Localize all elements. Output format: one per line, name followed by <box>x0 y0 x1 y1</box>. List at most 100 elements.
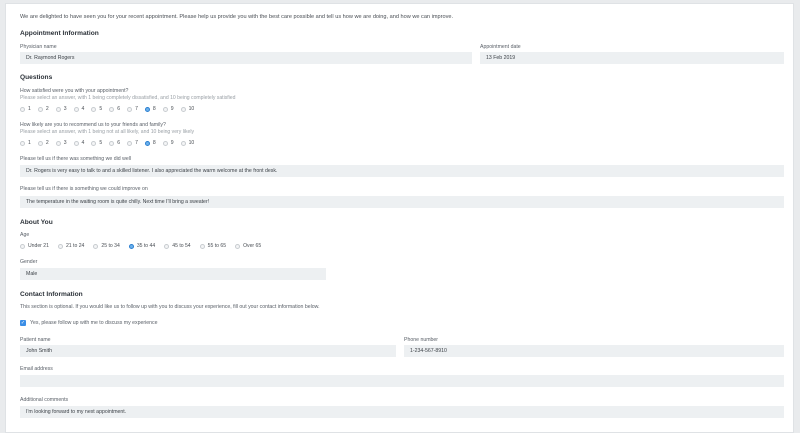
follow-up-checkbox[interactable]: ✓ <box>20 320 26 326</box>
q1-option-4[interactable]: 4 <box>73 106 84 112</box>
radio-button[interactable] <box>127 140 133 146</box>
radio-button[interactable] <box>235 243 241 249</box>
q1-option-label: 8 <box>152 106 156 112</box>
q1-option-label: 6 <box>117 106 121 112</box>
radio-button[interactable] <box>93 243 99 249</box>
age-option-6[interactable]: 55 to 65 <box>199 243 227 249</box>
improve-field[interactable]: The temperature in the waiting room is q… <box>20 196 784 208</box>
age-option-2[interactable]: 21 to 24 <box>57 243 85 249</box>
q2-option-label: 5 <box>99 140 103 146</box>
radio-button[interactable] <box>20 140 25 146</box>
radio-button[interactable] <box>162 140 168 146</box>
email-field[interactable] <box>20 375 784 387</box>
q1-option-5[interactable]: 5 <box>91 106 102 112</box>
phone-label: Phone number <box>404 337 439 343</box>
about-heading: About You <box>20 219 53 226</box>
q2-option-6[interactable]: 6 <box>109 140 120 146</box>
radio-button[interactable] <box>128 243 134 249</box>
radio-button[interactable] <box>91 140 97 146</box>
radio-button[interactable] <box>144 106 150 112</box>
radio-button[interactable] <box>180 140 186 146</box>
radio-button[interactable] <box>37 140 43 146</box>
radio-button[interactable] <box>127 106 133 112</box>
q2-option-label: 3 <box>63 140 67 146</box>
q2-option-label: 1 <box>28 140 31 146</box>
appointment-heading: Appointment Information <box>20 30 99 37</box>
q1-rating-group: 1 2 3 4 5 6 7 8 9 10 <box>20 105 201 113</box>
radio-button[interactable] <box>199 243 205 249</box>
q1-option-label: 5 <box>99 106 103 112</box>
q2-option-9[interactable]: 9 <box>162 140 174 146</box>
q1-option-1[interactable]: 1 <box>20 106 31 112</box>
q1-option-7[interactable]: 7 <box>127 106 138 112</box>
date-field[interactable]: 13 Feb 2019 <box>480 52 784 64</box>
q1-option-3[interactable]: 3 <box>55 106 67 112</box>
age-option-3[interactable]: 25 to 34 <box>93 243 120 249</box>
age-option-5[interactable]: 45 to 54 <box>164 243 191 249</box>
q1-option-6[interactable]: 6 <box>109 106 120 112</box>
radio-button[interactable] <box>57 243 63 249</box>
q2-option-label: 8 <box>152 140 156 146</box>
gender-field[interactable]: Male <box>20 268 326 280</box>
age-option-label: 45 to 54 <box>172 243 191 249</box>
radio-button[interactable] <box>55 106 61 112</box>
comments-field[interactable]: I'm looking forward to my next appointme… <box>20 406 784 418</box>
q2-rating-group: 1 2 3 4 5 6 7 8 9 10 <box>20 139 201 147</box>
age-option-label: 35 to 44 <box>136 243 156 249</box>
q2-option-10[interactable]: 10 <box>180 140 195 146</box>
q2-option-label: 10 <box>188 140 195 146</box>
radio-button[interactable] <box>109 140 115 146</box>
q2-option-7[interactable]: 7 <box>127 140 138 146</box>
radio-button[interactable] <box>73 140 79 146</box>
q2-hint: Please select an answer, with 1 being no… <box>20 129 195 135</box>
radio-button[interactable] <box>55 140 61 146</box>
gender-label: Gender <box>20 259 38 265</box>
date-label: Appointment date <box>480 44 521 50</box>
q2-option-1[interactable]: 1 <box>20 140 31 146</box>
patient-field[interactable]: John Smith <box>20 345 396 357</box>
q2-option-4[interactable]: 4 <box>73 140 85 146</box>
did-well-field[interactable]: Dr. Rogers is very easy to talk to and a… <box>20 165 784 177</box>
age-option-label: 55 to 65 <box>207 243 227 249</box>
age-option-label: 21 to 24 <box>65 243 85 249</box>
q2-option-8[interactable]: 8 <box>144 140 156 146</box>
age-option-7[interactable]: Over 65 <box>235 243 261 249</box>
phone-field[interactable]: 1-234-567-8910 <box>404 345 784 357</box>
physician-label: Physician name <box>20 44 57 50</box>
radio-button[interactable] <box>91 106 97 112</box>
q2-option-2[interactable]: 2 <box>37 140 49 146</box>
radio-button[interactable] <box>37 106 43 112</box>
radio-button[interactable] <box>180 106 186 112</box>
radio-button[interactable] <box>73 106 79 112</box>
survey-page: We are delighted to have seen you for yo… <box>5 3 794 433</box>
age-option-4[interactable]: 35 to 44 <box>128 243 156 249</box>
q1-option-2[interactable]: 2 <box>37 106 49 112</box>
age-radio-group: Under 21 21 to 24 25 to 34 35 to 44 45 to 54… <box>20 242 270 250</box>
questions-heading: Questions <box>20 74 53 81</box>
q1-option-8[interactable]: 8 <box>144 106 156 112</box>
radio-button[interactable] <box>20 106 25 112</box>
q1-option-label: 7 <box>135 106 138 112</box>
intro-text: We are delighted to have seen you for yo… <box>20 14 454 20</box>
radio-button[interactable] <box>20 243 25 249</box>
radio-button[interactable] <box>164 243 170 249</box>
comments-label: Additional comments <box>20 397 69 403</box>
q2-option-label: 7 <box>135 140 138 146</box>
physician-field[interactable]: Dr. Raymond Rogers <box>20 52 472 64</box>
q2-option-5[interactable]: 5 <box>91 140 102 146</box>
radio-button[interactable] <box>144 140 150 146</box>
age-option-1[interactable]: Under 21 <box>20 243 49 249</box>
q1-option-9[interactable]: 9 <box>162 106 174 112</box>
follow-up-row[interactable]: ✓ Yes, please follow up with me to discu… <box>20 320 158 326</box>
radio-button[interactable] <box>162 106 168 112</box>
q1-option-10[interactable]: 10 <box>180 106 194 112</box>
age-option-label: Under 21 <box>28 243 49 249</box>
did-well-label: Please tell us if there was something we… <box>20 156 132 162</box>
q1-option-label: 2 <box>45 106 49 112</box>
q2-option-label: 6 <box>117 140 121 146</box>
radio-button[interactable] <box>109 106 115 112</box>
q2-option-label: 9 <box>170 140 174 146</box>
q1-option-label: 3 <box>63 106 67 112</box>
q2-option-3[interactable]: 3 <box>55 140 67 146</box>
q2-option-label: 4 <box>81 140 85 146</box>
